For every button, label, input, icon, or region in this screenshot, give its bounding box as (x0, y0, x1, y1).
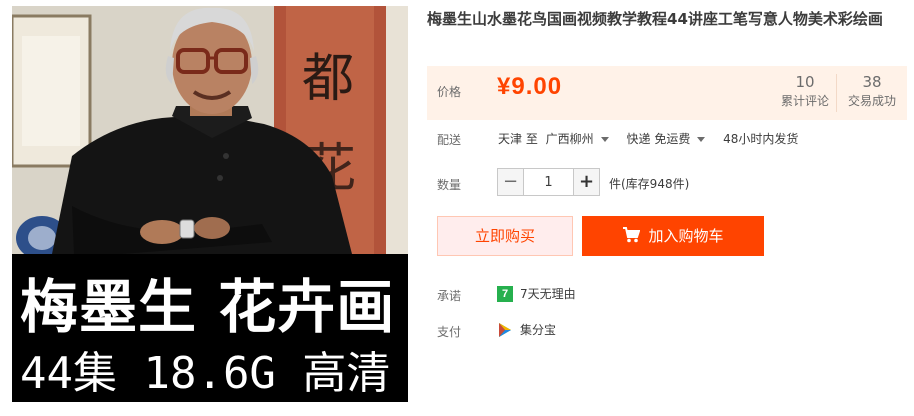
promise-item[interactable]: 7 7天无理由 (497, 285, 576, 302)
reviews-stat[interactable]: 10 累计评论 (775, 72, 835, 110)
delivery-row: 天津 至 广西柳州 快递 免运费 48小时内发货 (498, 130, 802, 147)
price-label: 价格 (437, 85, 462, 99)
payment-label: 支付 (437, 325, 462, 339)
payment-text: 集分宝 (520, 323, 557, 337)
quantity-input[interactable] (524, 168, 573, 196)
dispatch-time: 48小时内发货 (723, 132, 799, 146)
shipping-method: 快递 免运费 (626, 132, 691, 146)
promise-label: 承诺 (437, 289, 462, 303)
buy-now-button[interactable]: 立即购买 (437, 216, 573, 256)
reviews-count: 10 (795, 73, 815, 91)
product-photo: 都 花 (12, 6, 408, 254)
stock-info: 件(库存948件) (609, 177, 690, 191)
seven-day-return-icon: 7 (497, 285, 513, 302)
shipping-method-select[interactable]: 快递 免运费 (627, 132, 716, 146)
product-image[interactable]: 都 花 梅墨生 花卉画 44集 18.6G 高清 (12, 6, 408, 402)
stat-divider (836, 74, 837, 112)
caption-line-1: 梅墨生 花卉画 (20, 273, 396, 341)
add-to-cart-label: 加入购物车 (648, 227, 724, 245)
caption-line-2: 44集 18.6G 高清 (20, 348, 391, 399)
image-caption: 梅墨生 花卉画 44集 18.6G 高清 (12, 254, 408, 402)
decrease-button[interactable]: − (497, 168, 524, 196)
quantity-label: 数量 (437, 178, 462, 192)
cart-icon (623, 227, 641, 243)
increase-button[interactable]: + (573, 168, 600, 196)
add-to-cart-button[interactable]: 加入购物车 (582, 216, 764, 256)
quantity-stepper: − + (497, 168, 600, 196)
trades-count: 38 (862, 73, 882, 91)
trades-stat[interactable]: 38 交易成功 (841, 72, 903, 110)
delivery-from: 天津 至 (498, 132, 538, 146)
delivery-label: 配送 (437, 133, 462, 147)
jifenbao-icon (499, 322, 511, 337)
trades-label: 交易成功 (847, 94, 896, 108)
chevron-down-icon (600, 137, 609, 142)
delivery-destination: 广西柳州 (545, 132, 594, 146)
portrait-illustration: 都 花 (12, 6, 408, 254)
reviews-label: 累计评论 (780, 94, 829, 108)
delivery-destination-select[interactable]: 广西柳州 (546, 132, 619, 146)
price-panel: 价格 ¥9.00 10 累计评论 38 交易成功 (427, 66, 907, 120)
calligraphy-text: 都 (302, 49, 354, 109)
promise-text: 7天无理由 (520, 287, 576, 301)
price-value: ¥9.00 (497, 73, 563, 100)
chevron-down-icon (697, 137, 706, 142)
product-title: 梅墨生山水墨花鸟国画视频教学教程44讲座工笔写意人物美术彩绘画 (427, 10, 883, 28)
payment-item[interactable]: 集分宝 (497, 321, 556, 338)
